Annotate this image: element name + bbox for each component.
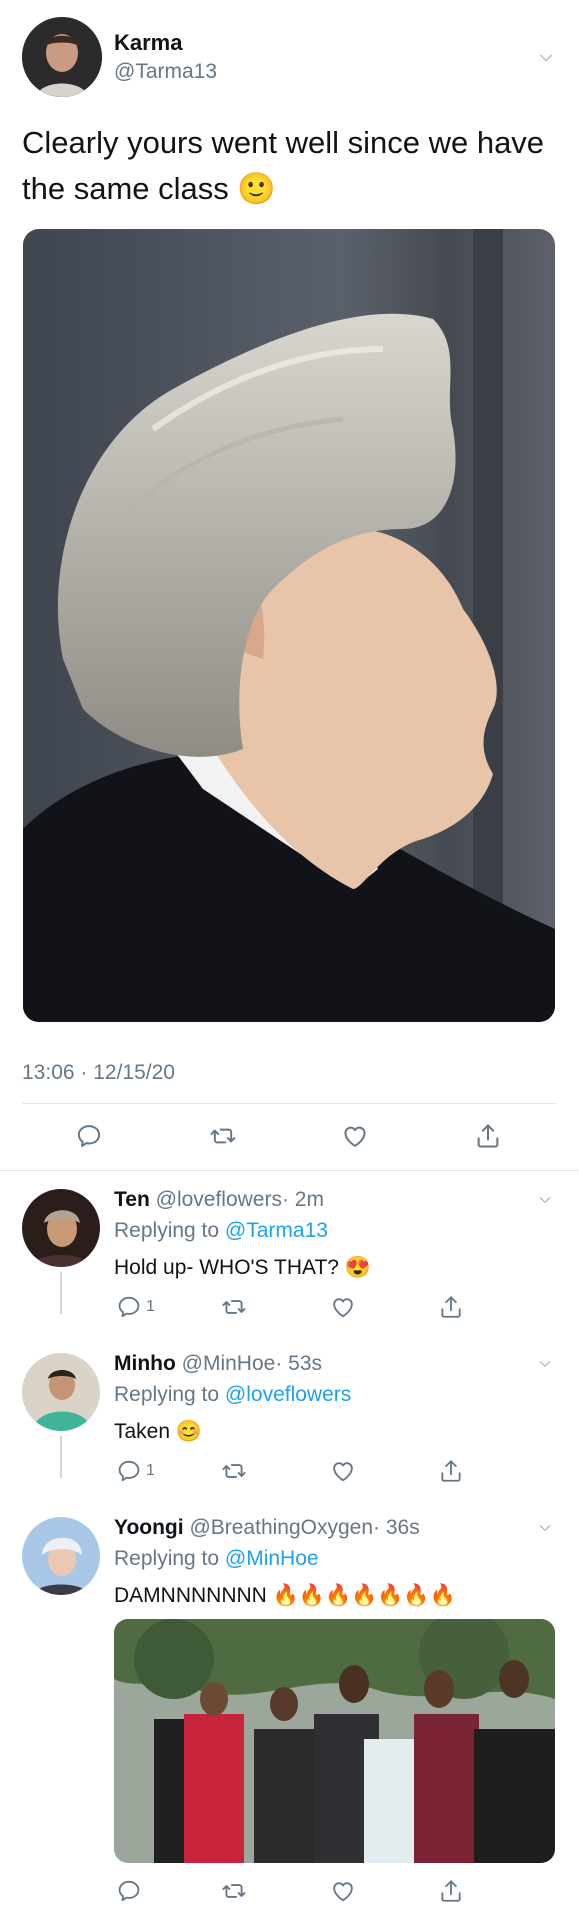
like-button[interactable] [330,1458,356,1484]
share-button[interactable] [438,1294,464,1320]
divider [22,1103,557,1104]
reply-text: DAMNNNNNNN 🔥🔥🔥🔥🔥🔥🔥 [114,1584,456,1608]
reply-icon [75,1122,103,1150]
reply-handle[interactable]: @BreathingOxygen [189,1516,373,1539]
reply-button[interactable]: 1 [116,1294,155,1320]
portrait-photo [23,229,555,1022]
replying-to: Replying to @loveflowers [114,1383,351,1407]
reply-emoji: 😊 [175,1420,203,1443]
replying-to-prefix: Replying to [114,1383,220,1406]
thread-line [60,1272,62,1314]
chevron-down-icon[interactable] [538,50,554,66]
share-button[interactable] [438,1458,464,1484]
reply-emoji: 🔥🔥🔥🔥🔥🔥🔥 [272,1584,456,1607]
avatar-photo [22,1517,100,1595]
reply-button[interactable] [75,1122,103,1150]
chevron-down-icon[interactable] [538,1193,552,1207]
tweet-media-image[interactable] [23,229,555,1022]
reply-text: Hold up- WHO'S THAT? 😍 [114,1256,371,1280]
like-button[interactable] [330,1878,356,1904]
heart-icon [330,1458,356,1484]
reply-icon [116,1458,142,1484]
thread-line [60,1436,62,1478]
reply-media-image[interactable] [114,1619,555,1863]
replying-to: Replying to @MinHoe [114,1547,319,1571]
share-icon [438,1294,464,1320]
reply-text: Taken 😊 [114,1420,202,1444]
chevron-down-icon[interactable] [538,1357,552,1371]
reply-header: Yoongi @BreathingOxygen· 36s [114,1516,420,1540]
reply-handle[interactable]: @loveflowers [156,1188,282,1211]
retweet-button[interactable] [220,1878,248,1904]
heart-icon [341,1122,369,1150]
divider [0,1170,579,1171]
retweet-icon [220,1294,248,1320]
like-button[interactable] [341,1122,369,1150]
replying-to-link[interactable]: @MinHoe [225,1547,319,1570]
share-button[interactable] [474,1122,502,1150]
like-button[interactable] [330,1294,356,1320]
share-icon [474,1122,502,1150]
reply-button[interactable] [116,1878,146,1904]
retweet-icon [220,1878,248,1904]
retweet-icon [220,1458,248,1484]
reply-icon [116,1878,142,1904]
reply-text-content: DAMNNNNNNN [114,1584,267,1607]
reply-icon [116,1294,142,1320]
reply-button[interactable]: 1 [116,1458,155,1484]
reply-display-name[interactable]: Minho [114,1352,176,1375]
replying-to-prefix: Replying to [114,1219,220,1242]
tweet-text-line: Clearly yours went well since we have [22,125,545,160]
reply-time: · 36s [373,1516,420,1539]
reply-time: · 2m [281,1188,324,1211]
replying-to-prefix: Replying to [114,1547,220,1570]
avatar-photo [22,17,102,97]
reply-display-name[interactable]: Ten [114,1188,150,1211]
avatar-photo [22,1353,100,1431]
chevron-down-icon[interactable] [538,1521,552,1535]
group-photo [114,1619,555,1863]
tweet-text: Clearly yours went well since we have th… [22,120,562,212]
reply-count: 1 [146,1298,155,1315]
avatar[interactable] [22,1517,100,1595]
share-button[interactable] [438,1878,464,1904]
tweet-timestamp[interactable]: 13:06 · 12/15/20 [22,1061,175,1085]
reply-header: Minho @MinHoe· 53s [114,1352,322,1376]
tweet-text-span: the same class [22,171,229,206]
replying-to: Replying to @Tarma13 [114,1219,328,1243]
reply-emoji: 😍 [344,1256,371,1279]
user-avatar[interactable] [22,17,102,97]
reply-text-content: Taken [114,1420,171,1443]
avatar-photo [22,1189,100,1267]
avatar[interactable] [22,1189,100,1267]
retweet-button[interactable] [208,1122,238,1150]
retweet-button[interactable] [220,1294,248,1320]
reply-count: 1 [146,1462,155,1479]
user-handle[interactable]: @Tarma13 [114,60,217,84]
reply-handle[interactable]: @MinHoe [182,1352,276,1375]
reply-time: · 53s [275,1352,323,1375]
user-display-name[interactable]: Karma [114,30,182,56]
share-icon [438,1878,464,1904]
share-icon [438,1458,464,1484]
reply-display-name[interactable]: Yoongi [114,1516,184,1539]
reply-text-content: Hold up- WHO'S THAT? [114,1256,339,1279]
reply-header: Ten @loveflowers· 2m [114,1188,324,1212]
replying-to-link[interactable]: @Tarma13 [225,1219,328,1242]
avatar[interactable] [22,1353,100,1431]
heart-icon [330,1294,356,1320]
tweet-emoji: 🙂 [237,171,276,206]
replying-to-link[interactable]: @loveflowers [225,1383,351,1406]
retweet-icon [208,1122,238,1150]
heart-icon [330,1878,356,1904]
retweet-button[interactable] [220,1458,248,1484]
tweet-text-line: the same class 🙂 [22,166,562,212]
